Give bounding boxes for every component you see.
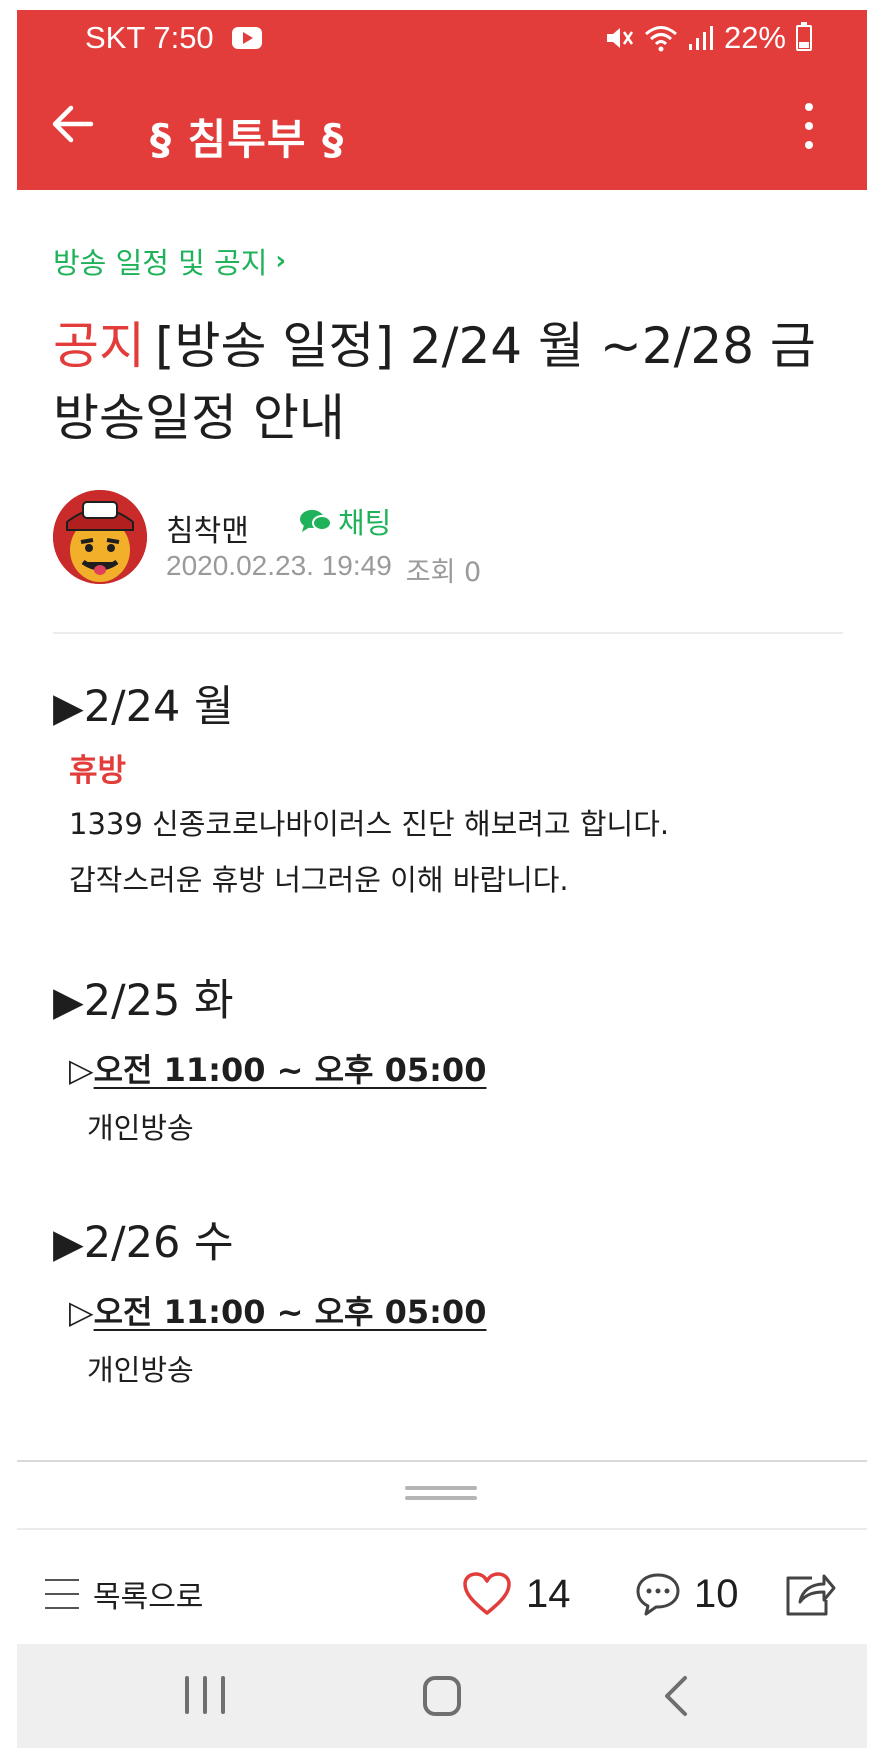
share-button[interactable] bbox=[782, 1566, 838, 1622]
signal-icon bbox=[688, 26, 713, 50]
comment-count: 10 bbox=[694, 1571, 739, 1616]
battery-percent: 22% bbox=[723, 20, 786, 55]
body-line: 갑작스러운 휴방 너그러운 이해 바랍니다. bbox=[69, 863, 569, 897]
wifi-icon bbox=[644, 26, 677, 52]
battery-icon bbox=[796, 22, 812, 51]
chat-bubble-icon bbox=[300, 510, 332, 532]
board-breadcrumb[interactable]: 방송 일정 및 공지 › bbox=[53, 240, 286, 282]
triangle-right-icon: ▶ bbox=[53, 1221, 84, 1267]
back-to-list-button[interactable]: 목록으로 bbox=[45, 1564, 203, 1624]
more-dot-icon bbox=[805, 103, 813, 111]
triangle-right-icon: ▶ bbox=[53, 685, 84, 731]
chat-label: 채팅 bbox=[338, 506, 392, 540]
triangle-outline-icon: ▷ bbox=[69, 1293, 94, 1331]
home-button[interactable] bbox=[423, 1676, 461, 1716]
like-button[interactable]: 14 bbox=[462, 1562, 571, 1626]
divider bbox=[53, 632, 843, 634]
avatar-illustration bbox=[53, 490, 147, 584]
youtube-icon bbox=[231, 27, 262, 49]
heart-icon bbox=[463, 1572, 511, 1615]
system-back-button[interactable] bbox=[657, 1674, 697, 1718]
program-name: 개인방송 bbox=[87, 1353, 194, 1387]
chevron-right-icon: › bbox=[275, 246, 287, 276]
arrow-left-icon bbox=[52, 105, 94, 143]
triangle-outline-icon: ▷ bbox=[69, 1051, 94, 1089]
board-name: 방송 일정 및 공지 bbox=[53, 246, 268, 280]
like-count: 14 bbox=[526, 1571, 571, 1616]
broadcast-time: ▷오전 11:00 ~ 오후 05:00 bbox=[69, 1293, 487, 1331]
day-heading: ▶2/25 화 bbox=[53, 976, 234, 1026]
notice-tag: 공지 bbox=[53, 317, 145, 375]
list-icon bbox=[45, 1579, 79, 1609]
broadcast-time: ▷오전 11:00 ~ 오후 05:00 bbox=[69, 1051, 487, 1089]
chat-button[interactable]: 채팅 bbox=[298, 500, 391, 542]
share-icon bbox=[786, 1574, 836, 1616]
article-title: 공지 [방송 일정] 2/24 월 ~2/28 금 방송일정 안내 bbox=[53, 310, 853, 454]
back-to-list-label: 목록으로 bbox=[93, 1580, 204, 1615]
status-bar: SKT 7:50 22% bbox=[17, 10, 867, 70]
comment-button[interactable]: 10 bbox=[634, 1562, 739, 1626]
article-meta: 2020.02.23. 19:49 조회 0 bbox=[166, 550, 481, 589]
status-carrier-time: SKT 7:50 bbox=[85, 20, 214, 55]
program-name: 개인방송 bbox=[87, 1111, 194, 1145]
app-screen: SKT 7:50 22% § 침투부 § 방송 일정 및 공지 › 공지 [방송… bbox=[17, 10, 867, 1748]
day-off-label: 휴방 bbox=[69, 753, 127, 789]
triangle-right-icon: ▶ bbox=[53, 979, 84, 1025]
author-block: 침착맨 채팅 2020.02.23. 19:49 조회 0 bbox=[53, 490, 843, 590]
article-body: ▶2/24 월 휴방 1339 신종코로나바이러스 진단 해보려고 합니다. 갑… bbox=[53, 678, 843, 1458]
day-heading: ▶2/26 수 bbox=[53, 1218, 234, 1268]
mute-icon bbox=[606, 28, 633, 48]
system-navigation-bar bbox=[17, 1644, 867, 1748]
recent-apps-button[interactable] bbox=[185, 1676, 225, 1716]
author-name[interactable]: 침착맨 bbox=[166, 506, 249, 550]
body-line: 1339 신종코로나바이러스 진단 해보려고 합니다. bbox=[69, 807, 670, 841]
more-dot-icon bbox=[805, 141, 813, 149]
back-button[interactable] bbox=[47, 98, 99, 150]
divider bbox=[17, 1528, 867, 1530]
view-count: 조회 0 bbox=[405, 557, 482, 588]
app-bar: § 침투부 § bbox=[17, 70, 867, 190]
more-dot-icon bbox=[805, 122, 813, 130]
top-bar: SKT 7:50 22% § 침투부 § bbox=[17, 10, 867, 190]
cafe-title: § 침투부 § bbox=[150, 115, 345, 164]
chevron-left-icon bbox=[665, 1676, 687, 1716]
comment-icon bbox=[636, 1573, 680, 1616]
article-title-text: [방송 일정] 2/24 월 ~2/28 금 방송일정 안내 bbox=[53, 317, 816, 447]
bottom-action-panel: 목록으로 14 10 bbox=[17, 1460, 867, 1660]
article-date: 2020.02.23. 19:49 bbox=[166, 550, 392, 581]
day-heading: ▶2/24 월 bbox=[53, 682, 234, 732]
drag-handle[interactable] bbox=[405, 1486, 477, 1502]
avatar[interactable] bbox=[53, 490, 147, 584]
more-options-button[interactable] bbox=[791, 98, 827, 154]
